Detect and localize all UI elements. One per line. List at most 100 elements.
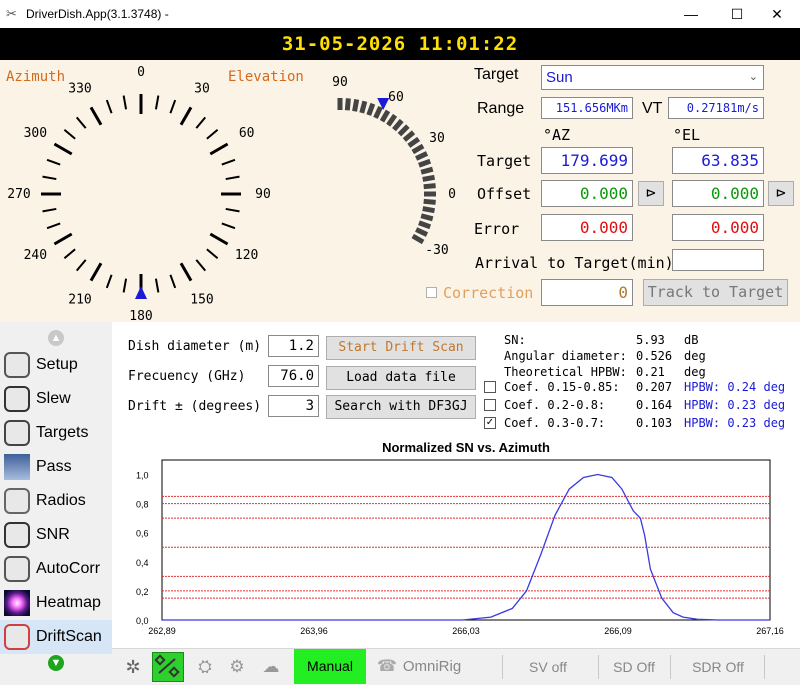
omnirig-button[interactable]: OmniRig [402, 649, 462, 685]
error-az-field: 0.000 [541, 214, 633, 241]
frequency-input[interactable]: 76.0 [268, 365, 319, 387]
elevation-tick [418, 158, 432, 168]
dish-icon[interactable]: ⛭ [192, 654, 218, 680]
azimuth-tick [53, 142, 73, 156]
elevation-tick [420, 213, 434, 222]
sidebar-item-targets[interactable]: Targets [0, 416, 112, 450]
close-button[interactable]: ✕ [754, 0, 800, 28]
sidebar-item-label: Radios [36, 492, 86, 509]
coef-checkbox[interactable] [484, 399, 496, 411]
azimuth-tick [89, 106, 103, 126]
sdr-off-button[interactable]: SDR Off [676, 649, 760, 685]
sn-value: 5.93 [636, 333, 665, 347]
azimuth-tick [179, 262, 193, 282]
y-tick-label: 0,4 [136, 558, 149, 568]
range-field: 151.656MKm [541, 97, 633, 119]
search-df3gj-button[interactable]: Search with DF3GJ [326, 395, 476, 419]
start-drift-scan-button[interactable]: Start Drift Scan [326, 336, 476, 360]
separator [502, 655, 503, 679]
coef-checkbox[interactable] [484, 381, 496, 393]
dish-diameter-label: Dish diameter (m) [128, 339, 262, 354]
azimuth-tick [169, 99, 177, 114]
y-tick-label: 0,8 [136, 500, 149, 510]
azimuth-tick-label: 180 [129, 309, 152, 322]
plot-area [161, 459, 771, 621]
x-tick-label: 262,89 [148, 626, 176, 636]
clock-display: 31-05-2026 11:01:22 [0, 28, 800, 60]
minimize-button[interactable]: — [668, 0, 714, 28]
sn-unit: dB [684, 333, 699, 347]
offset-az-send-button[interactable]: ⊳ [638, 181, 664, 206]
y-tick-label: 0,2 [136, 587, 149, 597]
correction-field[interactable]: 0 [541, 279, 633, 306]
drift-input[interactable]: 3 [268, 395, 319, 417]
elevation-tick-label: 0 [448, 187, 456, 202]
azimuth-tick-label: 300 [24, 126, 47, 141]
sv-off-button[interactable]: SV off [508, 649, 588, 685]
sidebar-item-setup[interactable]: Setup [0, 348, 112, 382]
normalized-sn-chart: Normalized SN vs. Azimuth 0,0 0,2 0,4 0,6 0,8… [136, 440, 784, 636]
elevation-tick [397, 124, 410, 137]
elevation-tick-label: -30 [425, 243, 448, 258]
elevation-tick [423, 198, 436, 205]
y-tick-label: 0,6 [136, 529, 149, 539]
x-tick-label: 266,03 [452, 626, 480, 636]
offset-el-send-button[interactable]: ⊳ [768, 181, 794, 206]
satellite-toggle-button[interactable] [152, 652, 184, 682]
elevation-tick-label: 30 [429, 131, 445, 146]
sidebar-item-slew[interactable]: Slew [0, 382, 112, 416]
scroll-down-icon[interactable]: ▼ [48, 655, 64, 671]
azimuth-tick [42, 207, 57, 213]
sidebar-item-label: Slew [36, 390, 71, 407]
azimuth-tick-label: 330 [68, 81, 91, 96]
coef-value: 0.103 [636, 416, 673, 430]
sidebar-item-pass[interactable]: Pass [0, 450, 112, 484]
sidebar-item-label: Targets [36, 424, 89, 441]
angular-diameter-unit: deg [684, 349, 706, 363]
azimuth-tick [105, 99, 113, 114]
sidebar-item-radios[interactable]: Radios [0, 484, 112, 518]
elevation-tick-label: 60 [388, 90, 404, 105]
arrival-label: Arrival to Target(min) [475, 254, 674, 272]
elevation-tick [422, 206, 435, 214]
window-title: DriverDish.App(3.1.3748) - [26, 7, 169, 21]
azimuth-tick [169, 274, 177, 289]
azimuth-tick [225, 207, 240, 213]
azimuth-tick [154, 95, 160, 110]
sidebar-item-snr[interactable]: SNR [0, 518, 112, 552]
azimuth-tick [89, 262, 103, 282]
load-data-file-button[interactable]: Load data file [326, 366, 476, 390]
setup-icon [4, 352, 30, 378]
dish-diameter-input[interactable]: 1.2 [268, 335, 319, 357]
elevation-gauge: 90 60 30 0 -30 [332, 75, 456, 258]
track-to-target-button[interactable]: Track to Target [643, 279, 788, 306]
coef-checkbox[interactable]: ✓ [484, 417, 496, 429]
coef-label: Coef. 0.15-0.85: [504, 380, 620, 394]
azimuth-tick-label: 270 [7, 187, 30, 202]
y-tick-label: 0,0 [136, 616, 149, 626]
elevation-tick [402, 130, 416, 142]
elevation-tick [418, 220, 432, 230]
scroll-up-icon[interactable]: ▲ [48, 330, 64, 346]
azimuth-tick [206, 248, 219, 260]
cloud-icon[interactable]: ☁ [258, 654, 284, 680]
offset-az-field[interactable]: 0.000 [541, 180, 633, 207]
elevation-tick [386, 113, 398, 127]
sd-off-button[interactable]: SD Off [602, 649, 666, 685]
sidebar-item-autocorr[interactable]: AutoCorr [0, 552, 112, 586]
sidebar-item-heatmap[interactable]: Heatmap [0, 586, 112, 620]
correction-label: Correction [443, 284, 534, 302]
vt-label: VT [642, 100, 663, 117]
offset-el-field[interactable]: 0.000 [672, 180, 764, 207]
bug-icon[interactable]: ✲ [120, 654, 146, 680]
elevation-tick [423, 183, 436, 190]
azimuth-tick-label: 240 [24, 248, 47, 263]
target-select[interactable]: Sun ⌄ [541, 65, 764, 90]
manual-button[interactable]: Manual [294, 649, 366, 684]
elevation-tick-label: 90 [332, 75, 348, 90]
correction-checkbox[interactable] [426, 287, 437, 298]
azimuth-tick [154, 278, 160, 293]
sidebar-item-driftscan[interactable]: DriftScan [0, 620, 112, 654]
network-icon[interactable]: ⚙ [224, 654, 250, 680]
elevation-tick [415, 151, 429, 161]
